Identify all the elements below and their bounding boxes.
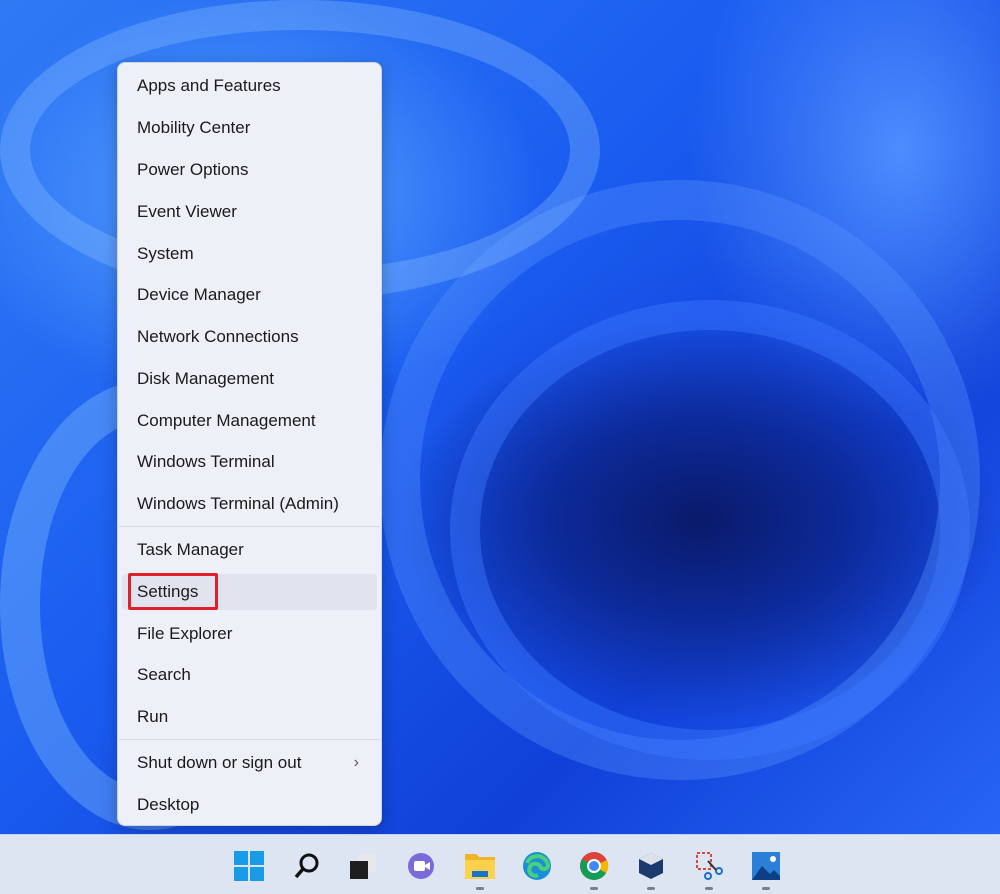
running-indicator (476, 887, 484, 890)
menu-item-network-connections[interactable]: Network Connections (122, 319, 377, 355)
running-indicator (647, 887, 655, 890)
virtualbox-icon[interactable] (634, 849, 668, 883)
menu-item-device-manager[interactable]: Device Manager (122, 277, 377, 313)
task-view-icon[interactable] (346, 849, 380, 883)
wallpaper-swirl (450, 300, 970, 760)
menu-item-search[interactable]: Search (122, 657, 377, 693)
chevron-right-icon: › (353, 754, 359, 771)
menu-separator (119, 526, 380, 527)
menu-item-disk-management[interactable]: Disk Management (122, 361, 377, 397)
settings-highlight-annotation (128, 573, 218, 610)
taskbar (0, 834, 1000, 894)
menu-item-windows-terminal[interactable]: Windows Terminal (122, 444, 377, 480)
menu-item-task-manager[interactable]: Task Manager (122, 532, 377, 568)
menu-item-computer-management[interactable]: Computer Management (122, 403, 377, 439)
menu-separator (119, 739, 380, 740)
chrome-icon[interactable] (577, 849, 611, 883)
menu-item-file-explorer[interactable]: File Explorer (122, 616, 377, 652)
photos-icon[interactable] (749, 849, 783, 883)
running-indicator (705, 887, 713, 890)
menu-item-run[interactable]: Run (122, 699, 377, 735)
menu-item-event-viewer[interactable]: Event Viewer (122, 194, 377, 230)
menu-item-mobility-center[interactable]: Mobility Center (122, 110, 377, 146)
menu-item-system[interactable]: System (122, 236, 377, 272)
search-icon[interactable] (290, 849, 324, 883)
winx-context-menu: Apps and Features Mobility Center Power … (117, 62, 382, 826)
edge-icon[interactable] (520, 849, 554, 883)
running-indicator (762, 887, 770, 890)
teams-chat-icon[interactable] (404, 849, 438, 883)
menu-item-label: Shut down or sign out (137, 753, 302, 772)
running-indicator (590, 887, 598, 890)
menu-item-windows-terminal-admin[interactable]: Windows Terminal (Admin) (122, 486, 377, 522)
windows-start-icon[interactable] (232, 849, 266, 883)
file-explorer-icon[interactable] (463, 849, 497, 883)
menu-item-desktop[interactable]: Desktop (122, 787, 377, 823)
menu-item-shut-down-or-sign-out[interactable]: Shut down or sign out › (122, 745, 377, 781)
menu-item-power-options[interactable]: Power Options (122, 152, 377, 188)
snipping-tool-icon[interactable] (692, 849, 726, 883)
menu-item-apps-and-features[interactable]: Apps and Features (122, 68, 377, 104)
